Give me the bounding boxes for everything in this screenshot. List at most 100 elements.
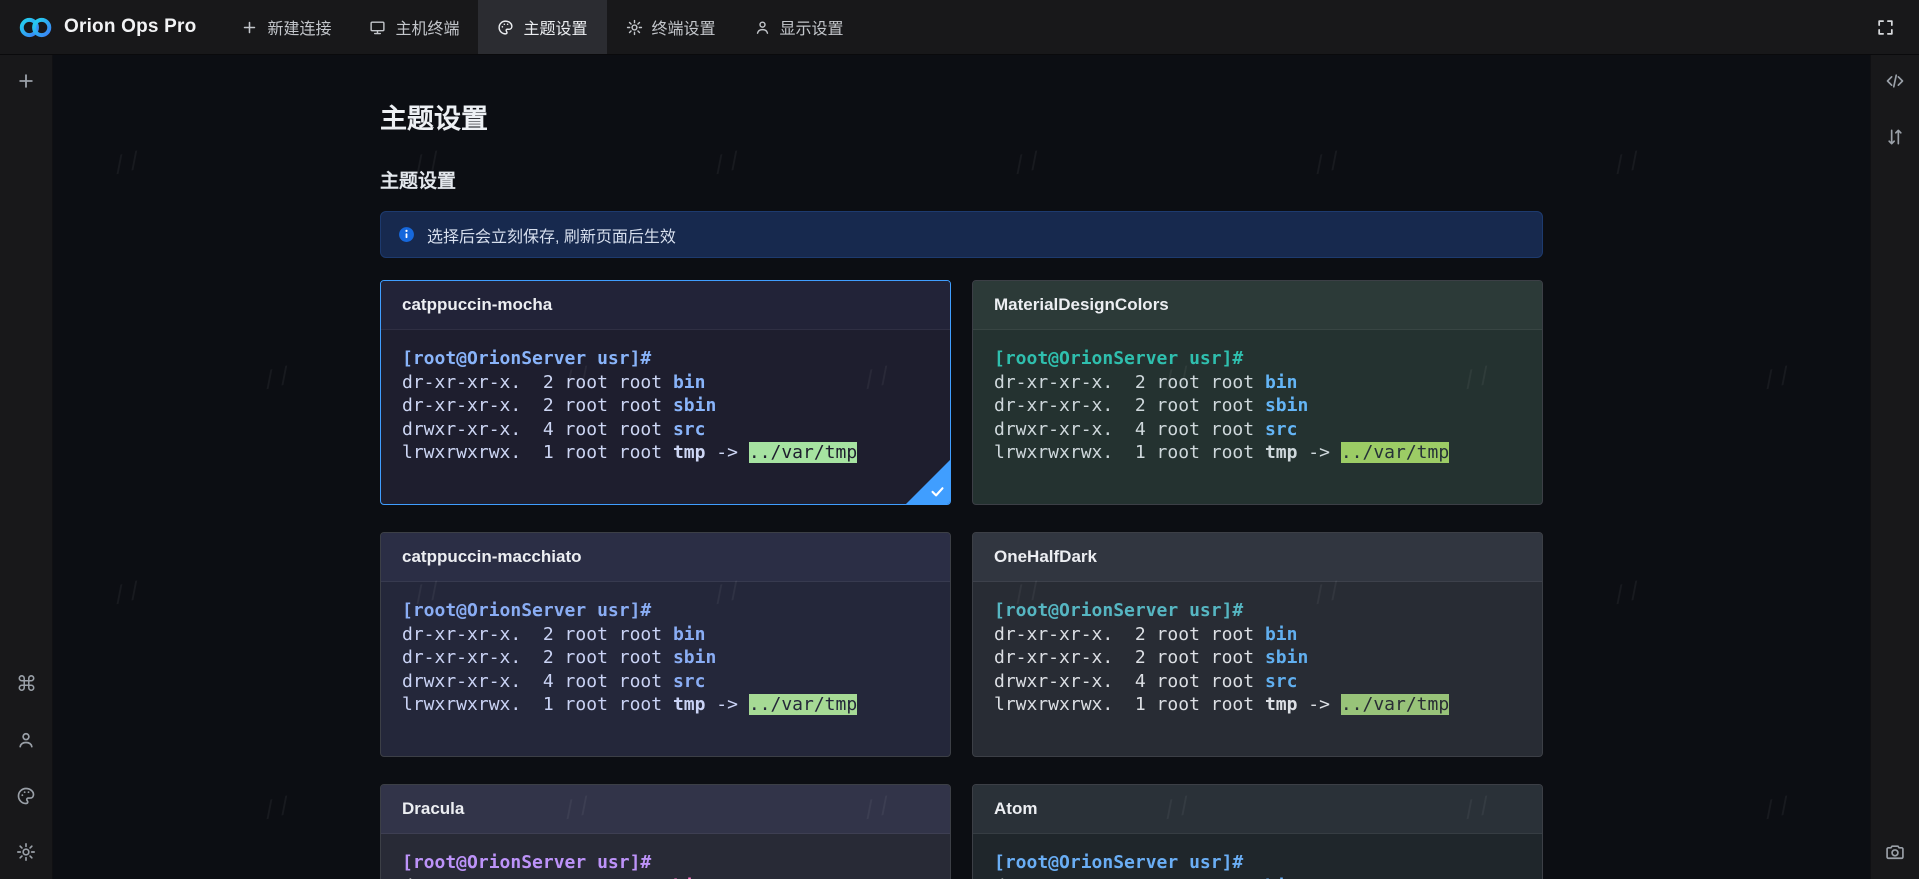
camera-icon: [1885, 842, 1905, 862]
content-container: 主题设置 主题设置 选择后会立刻保存, 刷新页面后生效 catppuccin-m…: [380, 97, 1543, 879]
watermark-mark: //: [110, 577, 146, 609]
top-navbar: Orion Ops Pro 新建连接 主机终端 主题设置 终端设置 显示设置: [0, 0, 1919, 55]
fullscreen-icon: [1876, 18, 1895, 37]
terminal-prompt: [root@OrionServer usr]#: [402, 599, 929, 623]
watermark-mark: //: [1760, 362, 1796, 394]
terminal-prompt: [root@OrionServer usr]#: [994, 851, 1521, 875]
theme-preview-terminal: [root@OrionServer usr]#dr-xr-xr-x. 2 roo…: [381, 834, 950, 879]
watermark-mark: //: [260, 792, 296, 824]
gear-icon: [16, 842, 36, 862]
alert-text: 选择后会立刻保存, 刷新页面后生效: [427, 223, 676, 247]
app-brand: Orion Ops Pro: [0, 0, 222, 54]
theme-card-title: Dracula: [381, 785, 950, 834]
theme-preview-terminal: [root@OrionServer usr]#dr-xr-xr-x. 2 roo…: [381, 582, 950, 717]
app-shell: ⌘ 主题设置 主题设置 选择后会立刻保存, 刷新页面后生效 catppuccin…: [0, 55, 1919, 879]
rail-sort-button[interactable]: [1883, 125, 1907, 149]
rail-palette-button[interactable]: [14, 784, 38, 808]
terminal-line: dr-xr-xr-x. 2 root root bin: [994, 623, 1521, 647]
terminal-prompt: [root@OrionServer usr]#: [994, 347, 1521, 371]
plus-icon: [241, 19, 258, 36]
page-title: 主题设置: [380, 97, 1543, 136]
theme-card-Atom[interactable]: Atom[root@OrionServer usr]#dr-xr-xr-x. 2…: [972, 784, 1543, 879]
section-title: 主题设置: [380, 166, 1543, 193]
terminal-line: drwxr-xr-x. 4 root root src: [402, 670, 929, 694]
rail-camera-button[interactable]: [1883, 840, 1907, 864]
terminal-prompt: [root@OrionServer usr]#: [402, 851, 929, 875]
terminal-line: drwxr-xr-x. 4 root root src: [402, 418, 929, 442]
nav-item-label: 显示设置: [780, 15, 844, 39]
nav-item-label: 主题设置: [523, 15, 587, 39]
terminal-prompt: [root@OrionServer usr]#: [402, 347, 929, 371]
code-icon: [1885, 71, 1905, 91]
theme-card-MaterialDesignColors[interactable]: MaterialDesignColors[root@OrionServer us…: [972, 280, 1543, 505]
fullscreen-button[interactable]: [1867, 9, 1903, 45]
watermark-mark: //: [1610, 577, 1646, 609]
rail-command-button[interactable]: ⌘: [14, 672, 38, 696]
main-content: 主题设置 主题设置 选择后会立刻保存, 刷新页面后生效 catppuccin-m…: [53, 55, 1870, 879]
terminal-line: lrwxrwxrwx. 1 root root tmp -> ../var/tm…: [994, 441, 1521, 465]
sort-icon: [1885, 127, 1905, 147]
plus-icon: [16, 71, 36, 91]
watermark-mark: //: [1610, 147, 1646, 179]
info-icon: [398, 226, 415, 243]
right-sidebar: [1870, 55, 1919, 879]
right-sidebar-bottom: [1883, 840, 1907, 864]
terminal-line: dr-xr-xr-x. 2 root root bin: [402, 875, 929, 879]
left-sidebar-bottom: ⌘: [14, 672, 38, 864]
theme-card-title: catppuccin-mocha: [381, 281, 950, 330]
nav-item-host-terminal[interactable]: 主机终端: [350, 0, 478, 54]
monitor-icon: [369, 19, 386, 36]
theme-card-title: MaterialDesignColors: [973, 281, 1542, 330]
nav-item-label: 新建连接: [267, 15, 331, 39]
terminal-line: lrwxrwxrwx. 1 root root tmp -> ../var/tm…: [994, 693, 1521, 717]
watermark-mark: //: [1760, 792, 1796, 824]
left-sidebar-top: [14, 69, 38, 93]
gear-icon: [626, 19, 643, 36]
theme-card-OneHalfDark[interactable]: OneHalfDark[root@OrionServer usr]#dr-xr-…: [972, 532, 1543, 757]
terminal-line: dr-xr-xr-x. 2 root root bin: [994, 875, 1521, 879]
app-logo-icon: [18, 15, 54, 40]
left-sidebar: ⌘: [0, 55, 53, 879]
terminal-line: dr-xr-xr-x. 2 root root bin: [994, 371, 1521, 395]
nav-item-new-connection[interactable]: 新建连接: [222, 0, 350, 54]
theme-card-catppuccin-macchiato[interactable]: catppuccin-macchiato[root@OrionServer us…: [380, 532, 951, 757]
nav-item-theme-settings[interactable]: 主题设置: [478, 0, 606, 54]
terminal-line: drwxr-xr-x. 4 root root src: [994, 418, 1521, 442]
theme-preview-terminal: [root@OrionServer usr]#dr-xr-xr-x. 2 roo…: [973, 834, 1542, 879]
theme-card-title: Atom: [973, 785, 1542, 834]
palette-icon: [16, 786, 36, 806]
terminal-line: dr-xr-xr-x. 2 root root sbin: [994, 394, 1521, 418]
theme-card-title: OneHalfDark: [973, 533, 1542, 582]
terminal-line: dr-xr-xr-x. 2 root root sbin: [402, 646, 929, 670]
command-icon: ⌘: [16, 674, 36, 694]
user-icon: [16, 730, 36, 750]
rail-plus-button[interactable]: [14, 69, 38, 93]
terminal-line: drwxr-xr-x. 4 root root src: [994, 670, 1521, 694]
nav-item-display-settings[interactable]: 显示设置: [735, 0, 863, 54]
rail-user-button[interactable]: [14, 728, 38, 752]
terminal-prompt: [root@OrionServer usr]#: [994, 599, 1521, 623]
theme-card-catppuccin-mocha[interactable]: catppuccin-mocha [root@OrionServer usr]# d…: [380, 280, 951, 505]
check-icon: [929, 483, 946, 500]
nav-item-label: 终端设置: [652, 15, 716, 39]
main-nav: 新建连接 主机终端 主题设置 终端设置 显示设置: [222, 0, 862, 54]
watermark-mark: //: [110, 147, 146, 179]
app-title: Orion Ops Pro: [64, 16, 196, 38]
rail-code-button[interactable]: [1883, 69, 1907, 93]
terminal-line: dr-xr-xr-x. 2 root root sbin: [994, 646, 1521, 670]
watermark-mark: //: [260, 362, 296, 394]
theme-preview-terminal: [root@OrionServer usr]#dr-xr-xr-x. 2 roo…: [973, 330, 1542, 465]
theme-preview-terminal: [root@OrionServer usr]#dr-xr-xr-x. 2 roo…: [973, 582, 1542, 717]
nav-item-terminal-settings[interactable]: 终端设置: [607, 0, 735, 54]
terminal-line: lrwxrwxrwx. 1 root root tmp -> ../var/tm…: [402, 441, 929, 465]
rail-gear-button[interactable]: [14, 840, 38, 864]
terminal-line: dr-xr-xr-x. 2 root root bin: [402, 623, 929, 647]
theme-card-title: catppuccin-macchiato: [381, 533, 950, 582]
nav-item-label: 主机终端: [395, 15, 459, 39]
terminal-line: dr-xr-xr-x. 2 root root sbin: [402, 394, 929, 418]
terminal-line: lrwxrwxrwx. 1 root root tmp -> ../var/tm…: [402, 693, 929, 717]
user-icon: [754, 19, 771, 36]
theme-grid: catppuccin-mocha[root@OrionServer usr]#d…: [380, 280, 1543, 879]
theme-card-Dracula[interactable]: Dracula[root@OrionServer usr]#dr-xr-xr-x…: [380, 784, 951, 879]
palette-icon: [497, 19, 514, 36]
